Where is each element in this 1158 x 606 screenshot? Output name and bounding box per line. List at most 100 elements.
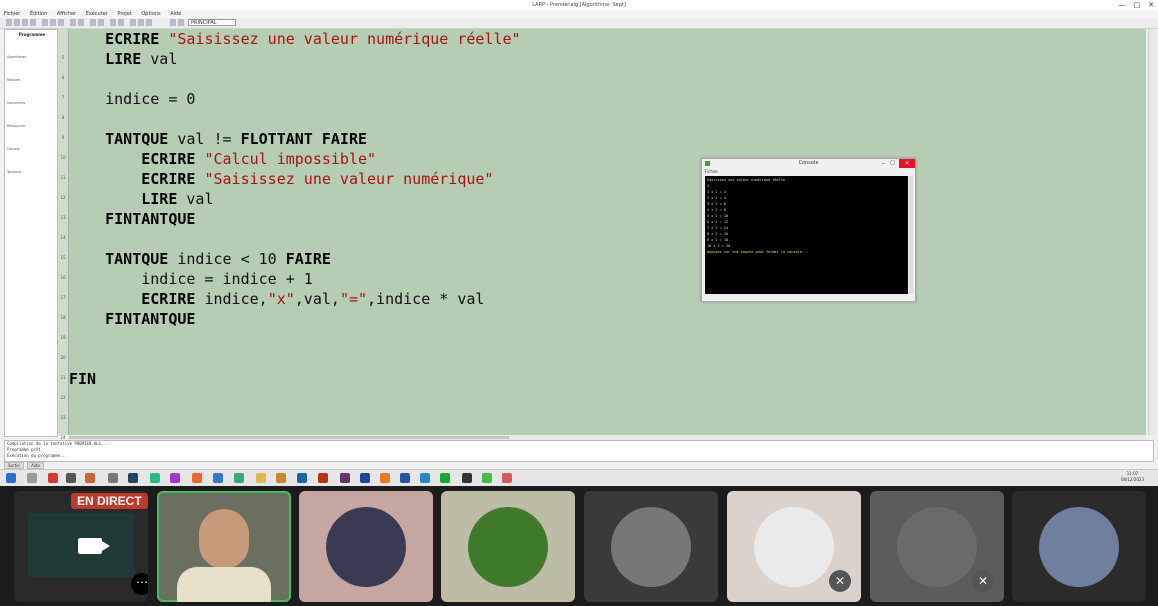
app-icon[interactable] [85,473,95,483]
larp-icon[interactable] [482,473,492,483]
participant-tile[interactable]: EN DIRECT ⋯ [14,491,148,602]
indent-icon[interactable] [110,19,116,26]
app-icon[interactable] [276,473,286,483]
close-icon[interactable]: ✕ [1148,0,1154,10]
participant-tile[interactable] [299,491,433,602]
steam-icon[interactable] [128,473,138,483]
start-icon[interactable] [6,473,16,483]
open-folder-icon[interactable] [14,19,20,26]
word-icon[interactable] [400,473,410,483]
keyword-token: ECRIRE [141,290,196,308]
menu-afficher[interactable]: Afficher [57,11,76,17]
tab-aide[interactable]: Aide [27,462,44,469]
camera-icon[interactable] [78,538,110,554]
new-file-icon[interactable] [6,19,12,26]
chrome-icon[interactable] [256,473,266,483]
find-icon[interactable] [90,19,96,26]
module-selector[interactable]: PRINCIPAL [188,19,236,26]
sidebar-entry[interactable]: Programme [5,32,57,37]
stop-icon[interactable] [146,19,152,26]
sidebar-entry[interactable]: Algorithmes [5,55,57,60]
person-icon [1039,506,1119,587]
minimize-icon[interactable]: — [1119,0,1126,10]
console-scrollbar[interactable] [909,176,913,294]
app-icon[interactable] [318,473,328,483]
app-icon[interactable] [340,473,350,483]
app-icon[interactable] [150,473,160,483]
copy-icon[interactable] [50,19,56,26]
menu-options[interactable]: Options [141,11,160,17]
module-icon[interactable] [170,19,176,26]
app-icon[interactable] [297,473,307,483]
maximize-icon[interactable]: □ [890,159,895,168]
output-line: Exécution du programme... [7,453,68,458]
task-view-icon[interactable] [27,473,37,483]
save-icon[interactable] [22,19,28,26]
close-icon[interactable]: ✕ [899,159,915,168]
run-icon[interactable] [130,19,136,26]
photoshop-icon[interactable] [360,473,370,483]
mic-muted-icon: ✕ [972,570,994,592]
daisy-icon [468,506,548,587]
code-line: LIRE val [69,189,213,209]
shared-screen: LARP - Premier.alg [Algorithme: Sept] — … [0,0,1158,486]
participant-tile[interactable] [1012,491,1146,602]
webcam-feed-icon [199,509,249,569]
app-icon[interactable] [440,473,450,483]
app-icon[interactable] [213,473,223,483]
keyword-token: FINTANTQUE [105,310,196,328]
undo-icon[interactable] [70,19,76,26]
string-token: "Saisissez une valeur numérique" [204,170,494,188]
app-icon[interactable] [380,473,390,483]
app-icon[interactable] [48,473,58,483]
app-icon[interactable] [108,473,118,483]
cut-icon[interactable] [42,19,48,26]
line-number: 19 [60,335,66,340]
paste-icon[interactable] [58,19,64,26]
sidebar-entry[interactable]: Console [5,147,57,152]
redo-icon[interactable] [78,19,84,26]
participant-tile[interactable] [441,491,575,602]
maximize-icon[interactable]: □ [1134,0,1141,10]
sidebar-entry[interactable]: Modules [5,78,57,83]
participant-tile[interactable]: ✕ [727,491,861,602]
tab-sortie[interactable]: Sortie [4,462,24,469]
replace-icon[interactable] [98,19,104,26]
participant-tile[interactable] [584,491,718,602]
menu-executer[interactable]: Exécuter [86,11,108,17]
scroll-thumb[interactable] [69,436,509,439]
line-number: 22 [60,395,66,400]
app-icon[interactable] [420,473,430,483]
line-number: 6 [61,75,65,80]
code-editor[interactable]: ECRIRE "Saisissez une valeur numérique r… [69,29,1146,435]
vertical-scrollbar[interactable] [1148,29,1157,435]
line-number: 21 [60,375,66,380]
participant-tile[interactable] [157,491,291,602]
notion-icon[interactable] [462,473,472,483]
print-icon[interactable] [30,19,36,26]
code-token: indice, [195,290,268,308]
sidebar-entry[interactable]: Tampons [5,170,57,175]
menu-fichier[interactable]: Fichier [4,11,20,17]
app-icon[interactable] [234,473,244,483]
menu-aide[interactable]: Aide [170,11,181,17]
sidebar-entry[interactable]: Ressources [5,124,57,129]
step-icon[interactable] [138,19,144,26]
menu-projet[interactable]: Projet [117,11,131,17]
app-icon[interactable] [66,473,76,483]
minimize-icon[interactable]: – [882,159,885,168]
tag-icon[interactable] [178,19,184,26]
console-window[interactable]: Console – □ ✕ Fichier Saisissez une vale… [701,158,916,302]
live-badge: EN DIRECT [71,493,148,509]
app-icon[interactable] [192,473,202,483]
outdent-icon[interactable] [118,19,124,26]
menu-edition[interactable]: Édition [30,11,47,17]
console-menu[interactable]: Fichier [702,168,915,175]
code-token: indice = 0 [69,90,196,108]
sidebar-entry[interactable]: Documents [5,101,57,106]
app-icon[interactable] [502,473,512,483]
more-options-icon[interactable]: ⋯ [131,573,148,595]
participant-tile[interactable]: ✕ [870,491,1004,602]
app-icon[interactable] [170,473,180,483]
